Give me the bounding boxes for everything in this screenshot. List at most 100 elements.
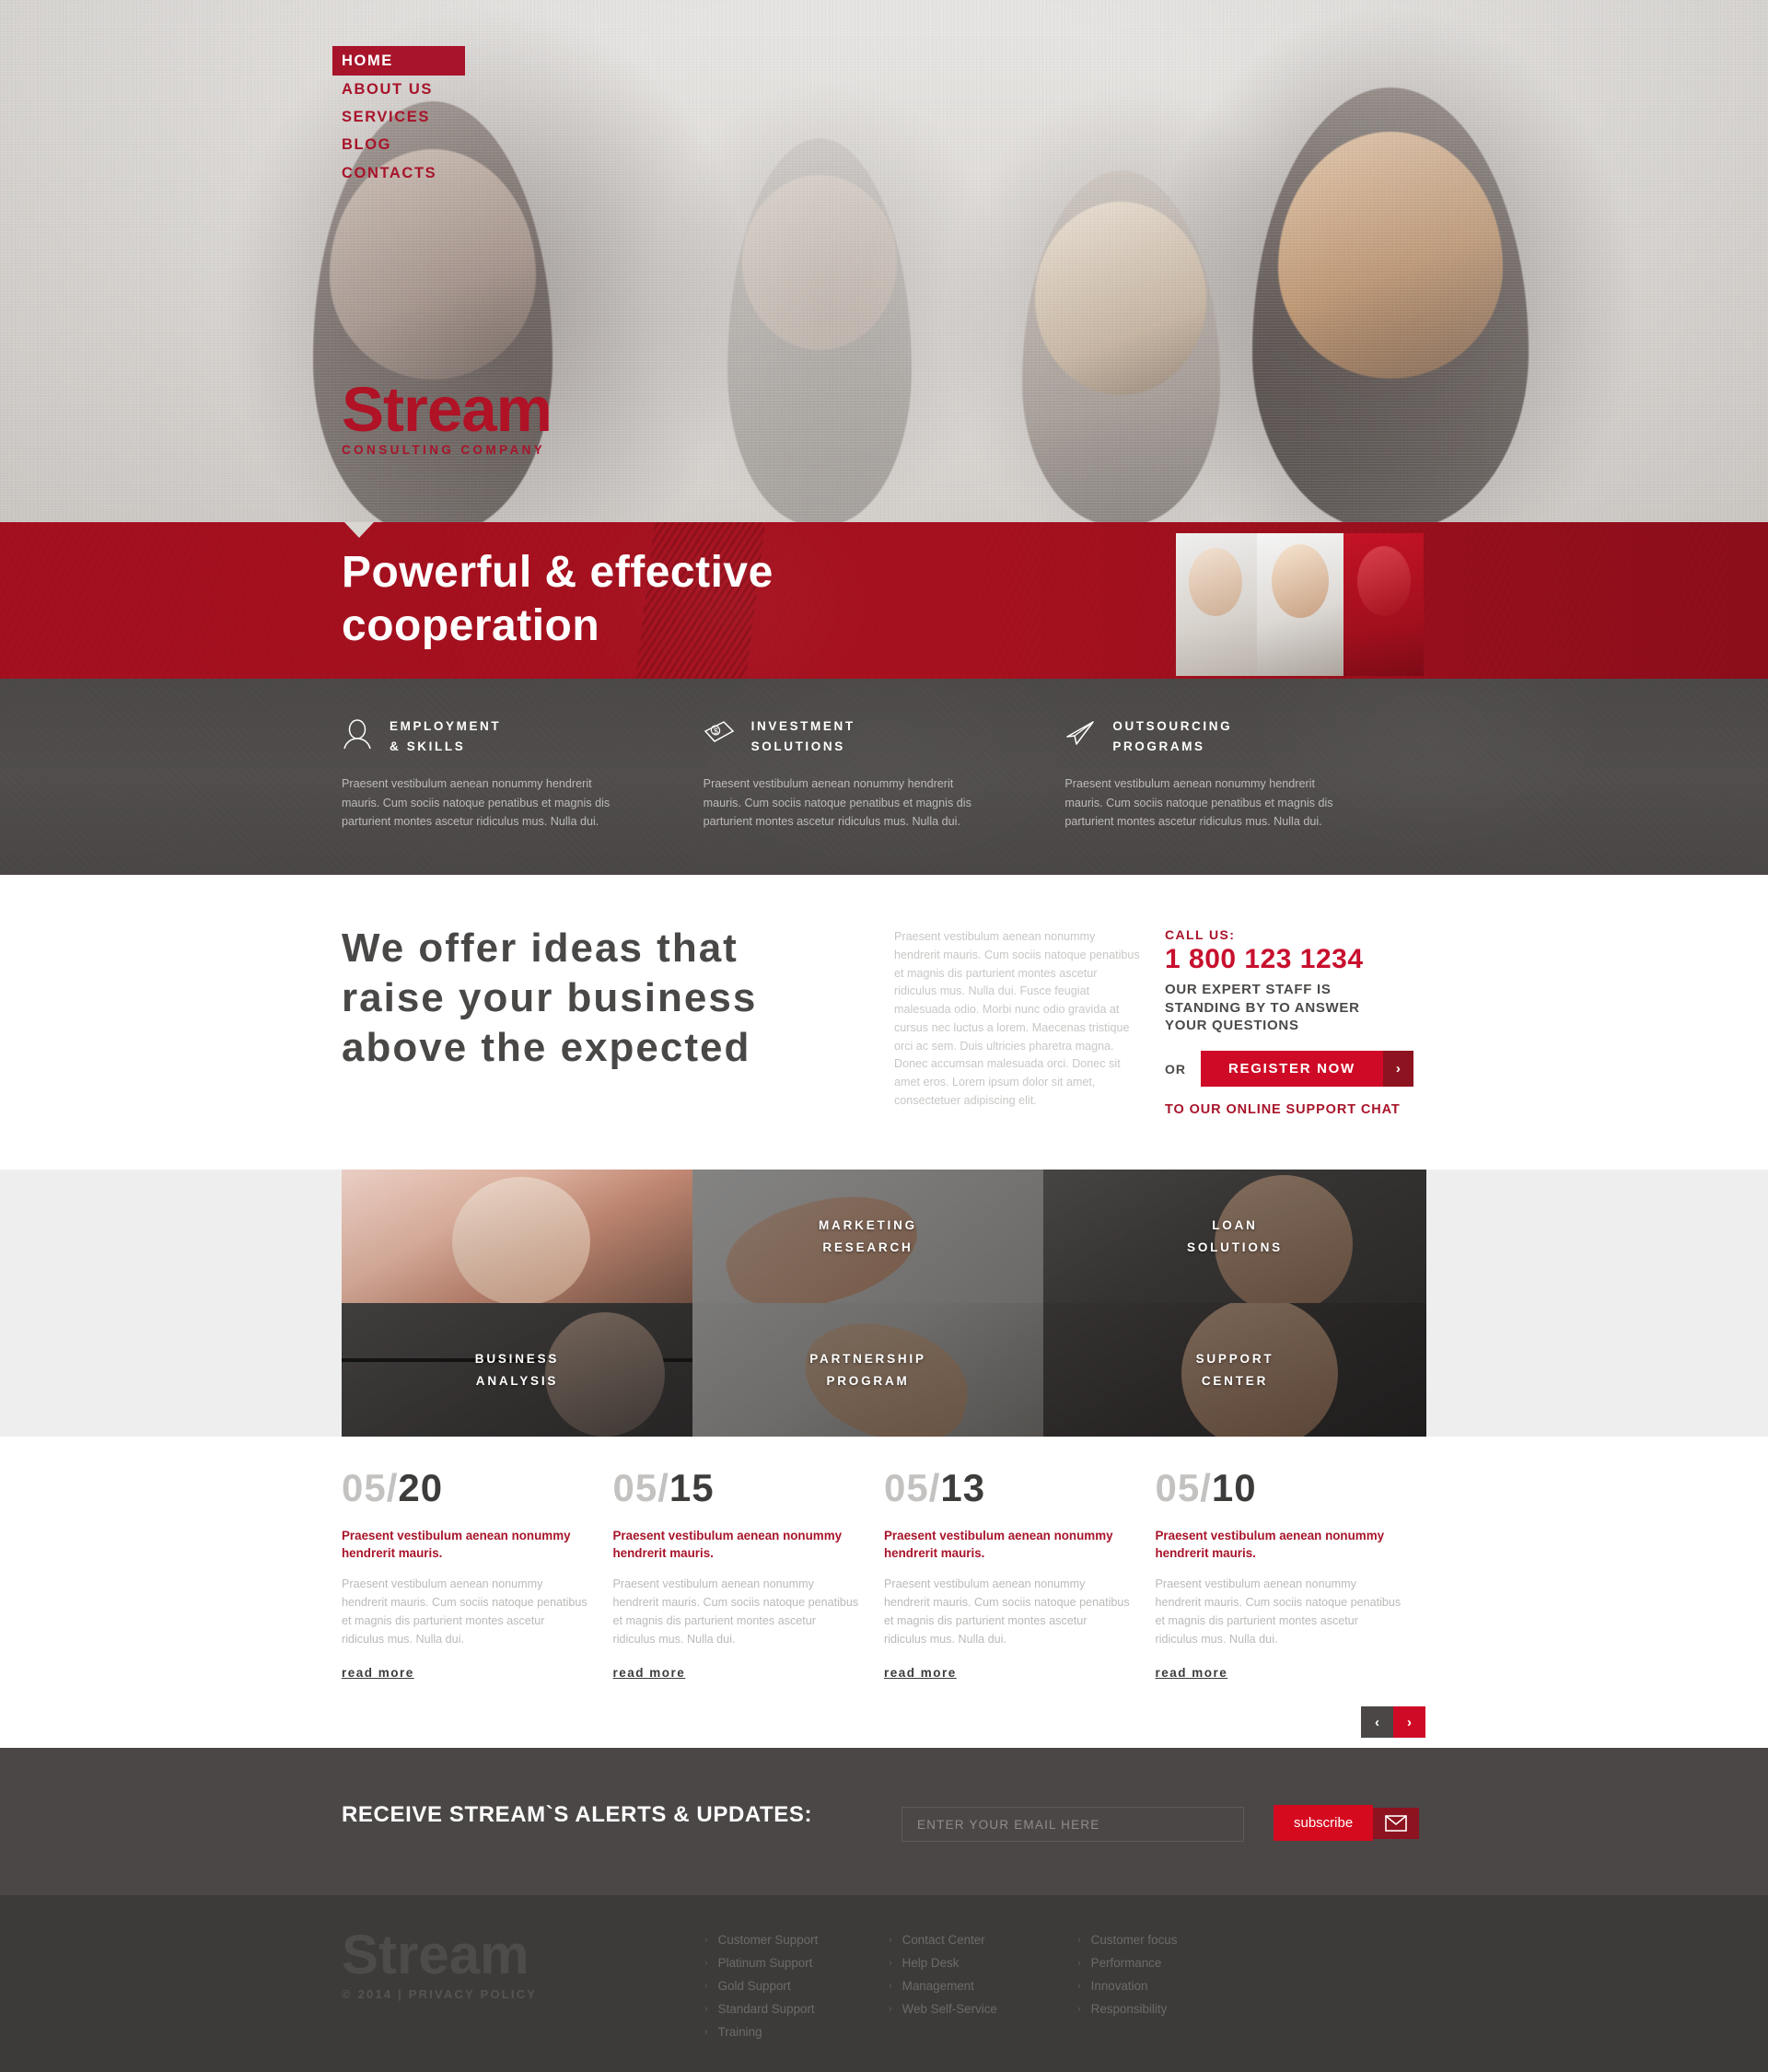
chevron-right-icon: ›	[704, 2003, 708, 2015]
gallery-caption: MARKETING RESEARCH	[819, 1215, 917, 1258]
chevron-right-icon: ›	[704, 1957, 708, 1969]
service-title: EMPLOYMENT & SKILLS	[390, 716, 501, 756]
call-us-block: CALL US: 1 800 123 1234 OUR EXPERT STAFF…	[1165, 927, 1423, 1117]
footer-link[interactable]: › Standard Support	[704, 1997, 889, 2020]
page-root: HOME ABOUT US SERVICES BLOG CONTACTS Str…	[0, 0, 1768, 2072]
banner-pointer-icon	[344, 522, 374, 538]
footer-column-contact: › Contact Center › Help Desk › Management ›…	[889, 1928, 1077, 2043]
footer-link-label: Gold Support	[717, 1979, 791, 1993]
online-support-chat-link[interactable]: TO OUR ONLINE SUPPORT CHAT	[1165, 1102, 1423, 1117]
gallery-caption-line1: MARKETING	[819, 1217, 917, 1232]
footer-column-values: › Customer focus › Performance › Innovation…	[1077, 1928, 1262, 2043]
gallery-tile-partnership-program[interactable]: PARTNERSHIP PROGRAM	[692, 1303, 1043, 1437]
news-excerpt: Praesent vestibulum aenean nonummy hendr…	[612, 1577, 859, 1646]
gallery-tile-support-center[interactable]: SUPPORT CENTER	[1043, 1303, 1426, 1437]
news-title[interactable]: Praesent vestibulum aenean nonummy hendr…	[1156, 1527, 1397, 1563]
nav-item-blog[interactable]: BLOG	[342, 131, 465, 158]
chevron-left-icon[interactable]: ‹	[1361, 1706, 1393, 1738]
banner-heading-line1: Powerful & effective	[342, 548, 774, 597]
service-card-employment[interactable]: EMPLOYMENT & SKILLS Praesent vestibulum …	[342, 679, 704, 831]
register-now-button[interactable]: REGISTER NOW ›	[1201, 1051, 1413, 1088]
nav-item-services[interactable]: SERVICES	[342, 103, 465, 131]
news-item: 05/20 Praesent vestibulum aenean nonummy…	[342, 1469, 613, 1682]
services-gallery: MARKETING RESEARCH LOAN SOLUTIONS BUSINE…	[342, 1170, 1426, 1437]
main-navigation[interactable]: HOME ABOUT US SERVICES BLOG CONTACTS	[332, 46, 465, 187]
news-date-month: 05	[884, 1466, 929, 1509]
site-logo[interactable]: Stream CONSULTING COMPANY	[342, 378, 552, 458]
news-pagination[interactable]: ‹ ›	[1361, 1706, 1425, 1738]
service-title: OUTSOURCING PROGRAMS	[1112, 716, 1232, 756]
footer-link-label: Training	[717, 2025, 762, 2039]
offer-heading-line1: We offer ideas that	[342, 925, 739, 971]
nav-item-about-us[interactable]: ABOUT US	[342, 76, 465, 103]
subscribe-button[interactable]: subscribe	[1274, 1805, 1420, 1841]
read-more-link[interactable]: read more	[1156, 1666, 1228, 1680]
news-excerpt: Praesent vestibulum aenean nonummy hendr…	[342, 1577, 587, 1646]
subscribe-title: RECEIVE STREAM`S ALERTS & UPDATES:	[342, 1802, 813, 1827]
news-excerpt: Praesent vestibulum aenean nonummy hendr…	[884, 1577, 1130, 1646]
news-excerpt: Praesent vestibulum aenean nonummy hendr…	[1155, 1577, 1402, 1646]
banner-heading: Powerful & effective cooperation	[342, 546, 774, 652]
gallery-caption-line1: BUSINESS	[474, 1351, 560, 1366]
footer-link[interactable]: › Customer focus	[1077, 1928, 1262, 1951]
call-us-description: OUR EXPERT STAFF IS STANDING BY TO ANSWE…	[1165, 981, 1423, 1036]
footer-link[interactable]: › Web Self-Service	[889, 1997, 1077, 2020]
footer-link[interactable]: › Performance	[1077, 1951, 1262, 1974]
nav-item-contacts[interactable]: CONTACTS	[342, 159, 465, 187]
footer-link[interactable]: › Platinum Support	[704, 1951, 889, 1974]
hero-thumb-2[interactable]	[1257, 533, 1343, 676]
footer-link-label: Management	[901, 1979, 974, 1993]
service-title-line2: SOLUTIONS	[750, 739, 845, 753]
news-title[interactable]: Praesent vestibulum aenean nonummy hendr…	[342, 1527, 583, 1563]
chevron-right-icon: ›	[889, 2003, 892, 2015]
gallery-tile-loan-solutions[interactable]: LOAN SOLUTIONS	[1043, 1170, 1426, 1303]
news-date-month: 05	[1155, 1466, 1201, 1509]
hero-banner	[0, 0, 1768, 522]
footer-link[interactable]: › Customer Support	[704, 1928, 889, 1951]
gallery-tile-marketing-research[interactable]: MARKETING RESEARCH	[692, 1170, 1043, 1303]
phone-number[interactable]: 1 800 123 1234	[1165, 943, 1423, 977]
footer-link-label: Standard Support	[717, 2002, 815, 2016]
chevron-right-icon: ›	[704, 1980, 708, 1992]
register-row: OR REGISTER NOW ›	[1165, 1051, 1423, 1088]
footer-link[interactable]: › Responsibility	[1077, 1997, 1262, 2020]
service-description: Praesent vestibulum aenean nonummy hendr…	[1064, 777, 1333, 828]
services-strip: EMPLOYMENT & SKILLS Praesent vestibulum …	[0, 679, 1768, 875]
logo-tagline: CONSULTING COMPANY	[342, 443, 546, 458]
read-more-link[interactable]: read more	[342, 1666, 414, 1680]
gallery-caption-line2: SOLUTIONS	[1187, 1240, 1283, 1254]
news-date: 05/10	[1156, 1469, 1427, 1507]
hero-thumbnail-strip[interactable]	[1176, 533, 1424, 676]
footer-link[interactable]: › Gold Support	[704, 1974, 889, 1997]
footer-link-label: Contact Center	[901, 1933, 985, 1947]
email-input[interactable]	[901, 1807, 1244, 1842]
service-card-outsourcing[interactable]: OUTSOURCING PROGRAMS Praesent vestibulum…	[1064, 679, 1426, 831]
gallery-tile-business-analysis[interactable]: BUSINESS ANALYSIS	[342, 1303, 692, 1437]
read-more-link[interactable]: read more	[884, 1666, 957, 1680]
chevron-right-icon[interactable]: ›	[1393, 1706, 1425, 1738]
news-title[interactable]: Praesent vestibulum aenean nonummy hendr…	[613, 1527, 855, 1563]
footer-link[interactable]: › Contact Center	[889, 1928, 1077, 1951]
service-title: INVESTMENT SOLUTIONS	[751, 716, 855, 756]
hero-thumb-1[interactable]	[1176, 533, 1257, 676]
site-footer: Stream © 2014 | PRIVACY POLICY › Customer…	[0, 1895, 1768, 2072]
gallery-tile-smiling-woman[interactable]	[342, 1170, 692, 1303]
register-now-label: REGISTER NOW	[1201, 1051, 1383, 1088]
chevron-right-icon: ›	[1077, 1980, 1081, 1992]
footer-logo[interactable]: Stream © 2014 | PRIVACY POLICY	[342, 1927, 537, 2002]
news-list: 05/20 Praesent vestibulum aenean nonummy…	[342, 1469, 1426, 1682]
news-title[interactable]: Praesent vestibulum aenean nonummy hendr…	[884, 1527, 1125, 1563]
news-date: 05/20	[342, 1469, 613, 1507]
footer-copyright[interactable]: © 2014 | PRIVACY POLICY	[342, 1987, 537, 2001]
footer-link[interactable]: › Innovation	[1077, 1974, 1262, 1997]
service-card-investment[interactable]: $ INVESTMENT SOLUTIONS Praesent vestibul…	[704, 679, 1065, 831]
footer-link[interactable]: › Training	[704, 2020, 889, 2043]
footer-link[interactable]: › Help Desk	[889, 1951, 1077, 1974]
offer-section: We offer ideas that raise your business …	[0, 875, 1768, 1170]
offer-heading: We offer ideas that raise your business …	[342, 924, 862, 1073]
hero-slogan-banner: Powerful & effective cooperation	[0, 522, 1768, 679]
read-more-link[interactable]: read more	[613, 1666, 686, 1680]
footer-link[interactable]: › Management	[889, 1974, 1077, 1997]
hero-thumb-3[interactable]	[1343, 533, 1424, 676]
nav-item-home[interactable]: HOME	[332, 46, 465, 76]
